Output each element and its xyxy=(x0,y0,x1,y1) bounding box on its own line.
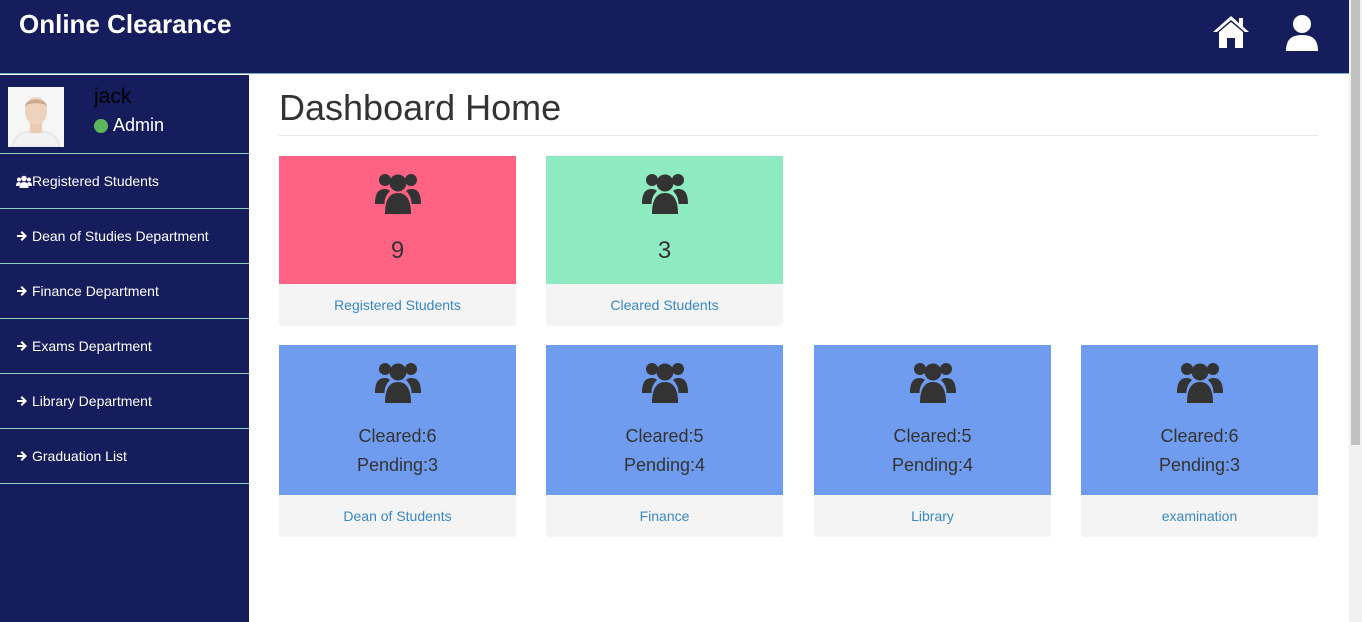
card-body: 3 xyxy=(546,156,783,284)
sidebar-item-label: Registered Students xyxy=(32,173,159,189)
sidebar-item-library[interactable]: Library Department xyxy=(0,374,249,429)
cleared-count: Cleared:6 xyxy=(358,426,437,446)
arrow-right-icon xyxy=(16,285,32,297)
pending-count: Pending:3 xyxy=(356,455,439,475)
page-scrollbar[interactable] xyxy=(1349,0,1362,622)
sidebar-item-label: Graduation List xyxy=(32,448,127,464)
arrow-right-icon xyxy=(16,395,32,407)
sidebar-item-graduation-list[interactable]: Graduation List xyxy=(0,429,249,484)
user-profile-icon[interactable] xyxy=(1283,14,1321,57)
user-profile-panel: jack Admin xyxy=(0,75,249,154)
card-body: 9 xyxy=(279,156,516,284)
registered-students-card: 9 Registered Students xyxy=(279,156,516,326)
dean-of-students-link[interactable]: Dean of Students xyxy=(279,495,516,537)
users-icon xyxy=(16,175,32,188)
sidebar-item-label: Dean of Studies Department xyxy=(32,228,209,244)
finance-card: Cleared:5 Pending:4 Finance xyxy=(546,345,783,537)
card-value: 3 xyxy=(657,237,672,264)
cleared-students-link[interactable]: Cleared Students xyxy=(546,284,783,326)
divider xyxy=(279,135,1318,136)
sidebar-item-finance[interactable]: Finance Department xyxy=(0,264,249,319)
profile-role: Admin xyxy=(94,115,164,136)
cleared-count: Cleared:6 xyxy=(1160,426,1239,446)
cleared-count: Cleared:5 xyxy=(625,426,704,446)
arrow-right-icon xyxy=(16,450,32,462)
app-title[interactable]: Online Clearance xyxy=(19,9,231,40)
card-body: Cleared:6 Pending:3 xyxy=(279,345,516,495)
library-link[interactable]: Library xyxy=(814,495,1051,537)
arrow-right-icon xyxy=(16,230,32,242)
top-navbar: Online Clearance xyxy=(0,0,1349,74)
cleared-students-card: 3 Cleared Students xyxy=(546,156,783,326)
library-card: Cleared:5 Pending:4 Library xyxy=(814,345,1051,537)
sidebar-item-dean-of-studies[interactable]: Dean of Studies Department xyxy=(0,209,249,264)
users-icon xyxy=(1176,359,1223,408)
examination-link[interactable]: examination xyxy=(1081,495,1318,537)
examination-card: Cleared:6 Pending:3 examination xyxy=(1081,345,1318,537)
sidebar-item-label: Finance Department xyxy=(32,283,159,299)
users-icon xyxy=(641,359,688,408)
finance-link[interactable]: Finance xyxy=(546,495,783,537)
sidebar-item-exams[interactable]: Exams Department xyxy=(0,319,249,374)
page-title: Dashboard Home xyxy=(279,87,562,128)
pending-count: Pending:4 xyxy=(891,455,974,475)
cleared-count: Cleared:5 xyxy=(893,426,972,446)
card-body: Cleared:5 Pending:4 xyxy=(546,345,783,495)
sidebar-item-label: Exams Department xyxy=(32,338,152,354)
sidebar-item-label: Library Department xyxy=(32,393,152,409)
avatar xyxy=(8,87,64,147)
users-icon xyxy=(909,359,956,408)
users-icon xyxy=(374,170,421,219)
registered-students-link[interactable]: Registered Students xyxy=(279,284,516,326)
card-body: Cleared:6 Pending:3 xyxy=(1081,345,1318,495)
card-value: 9 xyxy=(390,237,405,264)
pending-count: Pending:3 xyxy=(1158,455,1241,475)
users-icon xyxy=(641,170,688,219)
scrollbar-thumb[interactable] xyxy=(1351,0,1360,445)
dean-of-students-card: Cleared:6 Pending:3 Dean of Students xyxy=(279,345,516,537)
arrow-right-icon xyxy=(16,340,32,352)
card-body: Cleared:5 Pending:4 xyxy=(814,345,1051,495)
home-icon[interactable] xyxy=(1211,14,1251,55)
users-icon xyxy=(374,359,421,408)
profile-name: jack xyxy=(94,85,132,108)
online-status-icon xyxy=(94,118,108,133)
sidebar: jack Admin Registered Students Dean of S… xyxy=(0,75,249,622)
sidebar-item-registered-students[interactable]: Registered Students xyxy=(0,154,249,209)
pending-count: Pending:4 xyxy=(623,455,706,475)
profile-role-label: Admin xyxy=(113,115,165,135)
